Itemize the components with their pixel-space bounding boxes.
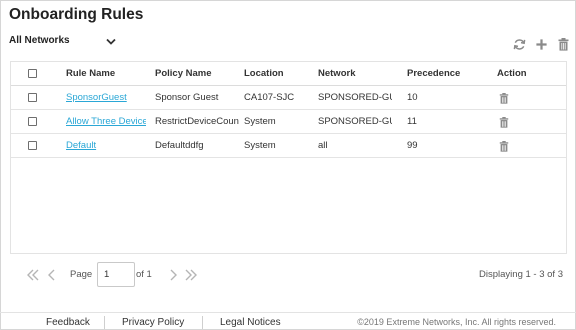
add-icon [536,39,547,50]
network-filter-dropdown[interactable]: All Networks [9,35,116,46]
footer-separator [202,316,203,329]
rule-name-link[interactable]: SponsorGuest [66,86,146,110]
footer: Feedback Privacy Policy Legal Notices ©2… [0,312,576,330]
next-page-icon[interactable] [166,268,180,282]
network-cell: all [318,140,328,151]
chevron-down-icon [106,38,116,45]
policy-name-cell: Sponsor Guest [155,92,219,103]
row-checkbox[interactable] [28,93,37,102]
location-cell: System [244,140,276,151]
location-cell: CA107-SJC [244,92,295,103]
header-policy-name[interactable]: Policy Name [155,62,239,86]
feedback-link[interactable]: Feedback [46,317,90,328]
trash-icon [558,38,569,51]
trash-icon[interactable] [499,93,509,104]
page-count-label: of 1 [136,269,152,280]
rule-name-link[interactable]: Allow Three Devices [66,110,146,134]
last-page-icon[interactable] [184,268,198,282]
page-number-input[interactable] [97,262,135,287]
privacy-policy-link[interactable]: Privacy Policy [122,317,184,328]
pagination-bar: Page of 1 Displaying 1 - 3 of 3 [10,262,567,288]
row-checkbox[interactable] [28,117,37,126]
delete-rules-button[interactable] [556,37,571,52]
header-action: Action [497,68,527,79]
precedence-cell: 10 [407,92,418,103]
rules-table: Rule Name Policy Name Location Network P… [10,61,567,253]
header-network[interactable]: Network [318,62,392,86]
rule-name-link[interactable]: Default [66,134,146,158]
table-header: Rule Name Policy Name Location Network P… [11,62,566,86]
header-location[interactable]: Location [244,62,316,86]
table-row[interactable]: Allow Three Devices RestrictDeviceCount … [11,110,566,134]
policy-name-cell: RestrictDeviceCount [155,116,239,127]
legal-notices-link[interactable]: Legal Notices [220,317,281,328]
select-all-checkbox[interactable] [28,69,37,78]
table-divider [10,253,567,254]
first-page-icon[interactable] [26,268,40,282]
table-row[interactable]: SponsorGuest Sponsor Guest CA107-SJC SPO… [11,86,566,110]
refresh-icon [513,39,526,50]
precedence-cell: 11 [407,116,417,127]
table-row[interactable]: Default Defaultddfg System all 99 [11,134,566,158]
previous-page-icon[interactable] [45,268,59,282]
header-rule-name[interactable]: Rule Name [66,62,146,86]
refresh-button[interactable] [512,37,527,52]
precedence-cell: 99 [407,140,418,151]
location-cell: System [244,116,276,127]
network-filter-value: All Networks [9,35,70,46]
row-checkbox[interactable] [28,141,37,150]
policy-name-cell: Defaultddfg [155,140,204,151]
page-label: Page [70,269,93,280]
toolbar [512,37,571,52]
trash-icon[interactable] [499,117,509,128]
footer-separator [104,316,105,329]
displaying-info: Displaying 1 - 3 of 3 [479,269,563,280]
add-rule-button[interactable] [534,37,549,52]
page-title: Onboarding Rules [9,6,144,23]
header-precedence[interactable]: Precedence [407,62,467,86]
copyright-text: ©2019 Extreme Networks, Inc. All rights … [357,317,556,327]
network-cell: SPONSORED-GUEST [318,116,392,127]
trash-icon[interactable] [499,141,509,152]
network-cell: SPONSORED-GUEST [318,92,392,103]
